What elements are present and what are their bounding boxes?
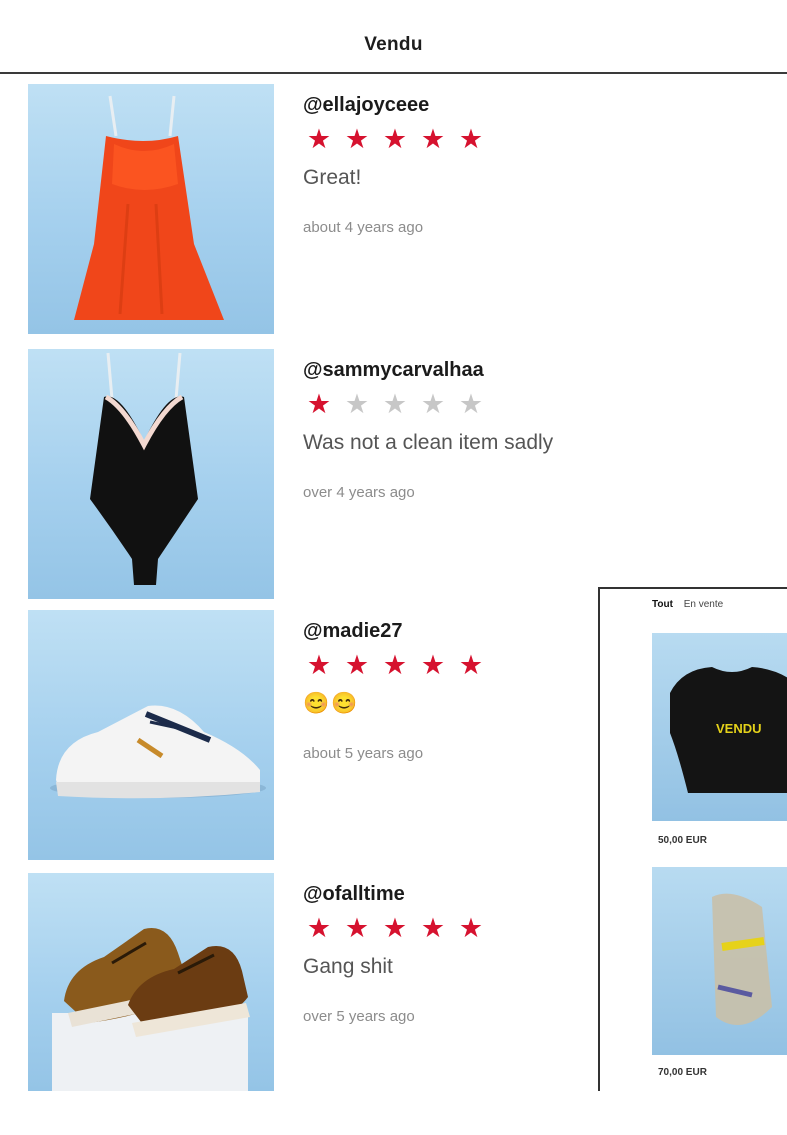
item-photo-orange-dress[interactable] [28,84,274,334]
star-icon: ★ [306,389,332,419]
review-time: about 5 years ago [303,745,424,762]
star-icon: ★ [420,389,446,419]
rating-stars: ★ ★ ★ ★ ★ [303,124,487,154]
review-item[interactable]: @ellajoyceee ★ ★ ★ ★ ★ Great! about 4 ye… [0,84,787,346]
preview-item-print[interactable] [652,867,787,1055]
star-icon: ★ [306,650,332,680]
review-item[interactable]: @sammycarvalhaa ★ ★ ★ ★ ★ Was not a clea… [0,349,787,611]
star-icon: ★ [344,389,370,419]
top-bar: Vendu [0,0,787,74]
star-icon: ★ [344,124,370,154]
preview-tabs: Tout En vente [652,599,731,610]
reviewer-handle[interactable]: @madie27 [303,620,403,643]
star-icon: ★ [458,124,484,154]
star-icon: ★ [306,913,332,943]
review-comment: Great! [303,166,362,189]
star-icon: ★ [458,913,484,943]
review-comment: Was not a clean item sadly [303,431,554,454]
tab-all[interactable]: Tout [652,599,673,610]
reviewer-handle[interactable]: @ellajoyceee [303,94,429,117]
star-icon: ★ [420,124,446,154]
star-icon: ★ [382,389,408,419]
item-photo-white-sneaker[interactable] [28,610,274,860]
item-photo-black-bodysuit[interactable] [28,349,274,599]
sweatshirt-brand-text: VENDU [716,721,762,736]
rating-stars: ★ ★ ★ ★ ★ [303,913,487,943]
star-icon: ★ [420,650,446,680]
review-time: over 5 years ago [303,1008,415,1025]
star-icon: ★ [458,389,484,419]
item-photo-brown-sneakers[interactable] [28,873,274,1091]
star-icon: ★ [344,913,370,943]
rating-stars: ★ ★ ★ ★ ★ [303,650,487,680]
star-icon: ★ [382,124,408,154]
star-icon: ★ [306,124,332,154]
star-icon: ★ [420,913,446,943]
review-comment: 😊😊 [303,692,360,715]
star-icon: ★ [382,650,408,680]
tab-for-sale[interactable]: En vente [684,599,723,610]
page-title: Vendu [364,34,423,55]
review-comment: Gang shit [303,955,393,978]
star-icon: ★ [344,650,370,680]
preview-item-price: 70,00 EUR [658,1067,707,1078]
rating-stars: ★ ★ ★ ★ ★ [303,389,487,419]
star-icon: ★ [458,650,484,680]
review-time: about 4 years ago [303,219,424,236]
reviewer-handle[interactable]: @sammycarvalhaa [303,359,484,382]
review-time: over 4 years ago [303,484,415,501]
star-icon: ★ [382,913,408,943]
shop-preview-panel[interactable]: Tout En vente VENDU 50,00 EUR 70,00 EUR [598,587,787,1091]
preview-item-price: 50,00 EUR [658,835,707,846]
reviewer-handle[interactable]: @ofalltime [303,883,405,906]
preview-item-sweatshirt[interactable]: VENDU [652,633,787,821]
